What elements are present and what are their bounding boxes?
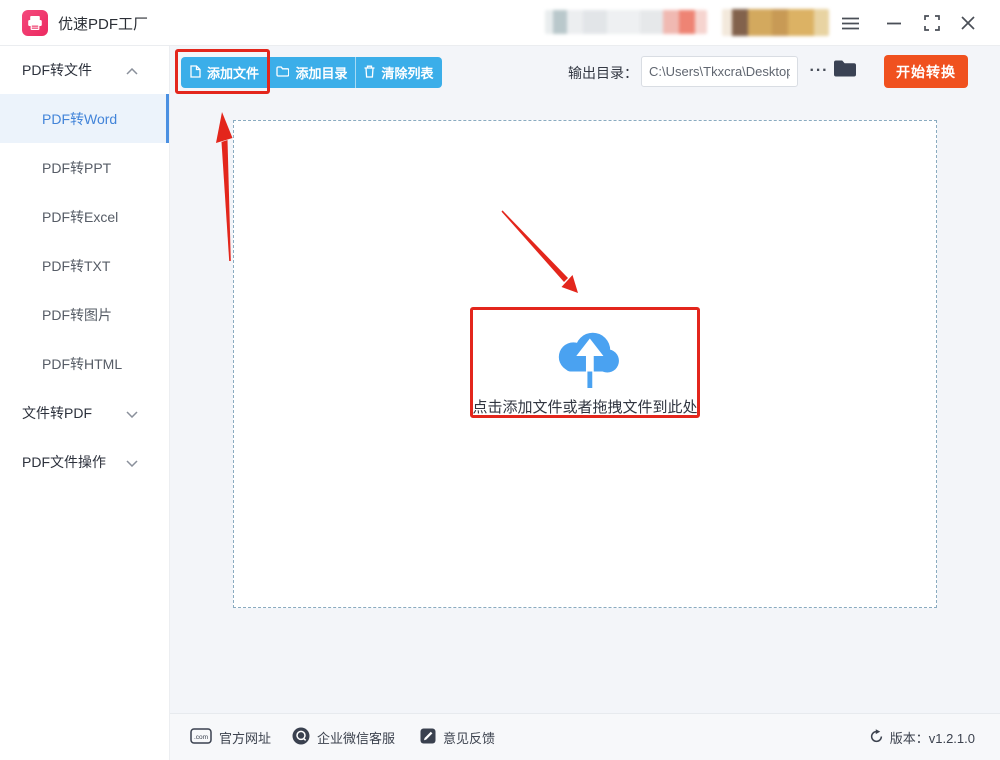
sidebar-item-label: PDF转图片 [42,305,112,325]
sidebar-item-pdf-to-txt[interactable]: PDF转TXT [0,241,169,290]
sidebar-group-pdf-to-file[interactable]: PDF转文件 [0,46,169,94]
feedback-icon [420,728,436,747]
official-website-link[interactable]: .com 官方网址 [190,714,271,760]
selected-indicator [166,94,169,143]
dropzone-hint: 点击添加文件或者拖拽文件到此处 [473,396,698,417]
blurred-region-vip [722,9,829,36]
clear-list-label: 清除列表 [381,63,433,82]
title-bar: 优速PDF工厂 [0,0,1000,46]
sidebar-item-pdf-to-excel[interactable]: PDF转Excel [0,192,169,241]
sidebar-group-label: PDF文件操作 [22,452,106,472]
sidebar-item-pdf-to-html[interactable]: PDF转HTML [0,339,169,388]
output-dir-label: 输出目录： [568,63,638,83]
refresh-icon[interactable] [869,729,884,747]
open-output-folder-button[interactable] [833,59,857,81]
sidebar-group-pdf-operations[interactable]: PDF文件操作 [0,437,169,486]
feedback-label: 意见反馈 [443,728,495,747]
add-file-button[interactable]: 添加文件 [181,57,268,88]
svg-text:.com: .com [194,734,208,741]
app-title: 优速PDF工厂 [58,13,148,34]
chevron-up-icon [126,62,138,78]
sidebar-group-label: PDF转文件 [22,60,92,80]
chat-icon [292,727,310,748]
add-folder-label: 添加目录 [295,63,347,82]
app-window: 优速PDF工厂 PDF转文件 PDF转Word PDF转 [0,0,1000,760]
trash-icon [364,65,375,81]
folder-dark-icon [833,66,857,81]
sidebar-group-label: 文件转PDF [22,403,92,423]
footer: .com 官方网址 企业微信客服 意见反馈 版本：v1.2.1.0 [170,713,1000,760]
sidebar-item-pdf-to-image[interactable]: PDF转图片 [0,290,169,339]
sidebar: PDF转文件 PDF转Word PDF转PPT PDF转Excel PDF转TX… [0,46,170,760]
toolbar-button-group: 添加文件 添加目录 清除列表 [181,57,442,88]
wechat-support-link[interactable]: 企业微信客服 [292,714,395,760]
clear-list-button[interactable]: 清除列表 [355,57,442,88]
maximize-button[interactable] [918,8,946,38]
minimize-button[interactable] [880,8,908,38]
sidebar-item-label: PDF转Excel [42,207,118,227]
version-label: 版本：v1.2.1.0 [890,728,975,747]
feedback-link[interactable]: 意见反馈 [420,714,495,760]
sidebar-item-pdf-to-word[interactable]: PDF转Word [0,94,169,143]
output-path-input[interactable] [641,56,798,87]
menu-icon[interactable] [836,8,864,38]
cloud-upload-icon [546,324,624,393]
sidebar-item-label: PDF转PPT [42,158,111,178]
sidebar-group-file-to-pdf[interactable]: 文件转PDF [0,388,169,437]
folder-icon [276,65,289,80]
com-url-icon: .com [190,728,212,747]
sidebar-item-label: PDF转HTML [42,354,122,374]
chevron-down-icon [126,454,138,470]
start-convert-button[interactable]: 开始转换 [884,55,968,88]
version-info: 版本：v1.2.1.0 [869,714,975,760]
wechat-support-label: 企业微信客服 [317,728,395,747]
close-button[interactable] [954,8,982,38]
add-file-label: 添加文件 [207,63,259,82]
blurred-region-account [545,10,707,34]
sidebar-item-label: PDF转Word [42,109,117,129]
sidebar-item-label: PDF转TXT [42,256,110,276]
app-logo-icon [22,10,48,36]
add-folder-button[interactable]: 添加目录 [268,57,355,88]
sidebar-item-pdf-to-ppt[interactable]: PDF转PPT [0,143,169,192]
annotation-box-dropzone: 点击添加文件或者拖拽文件到此处 [470,307,700,418]
chevron-down-icon [126,405,138,421]
browse-dots-button[interactable]: ··· [806,58,832,84]
official-website-label: 官方网址 [219,728,271,747]
file-icon [190,65,201,81]
